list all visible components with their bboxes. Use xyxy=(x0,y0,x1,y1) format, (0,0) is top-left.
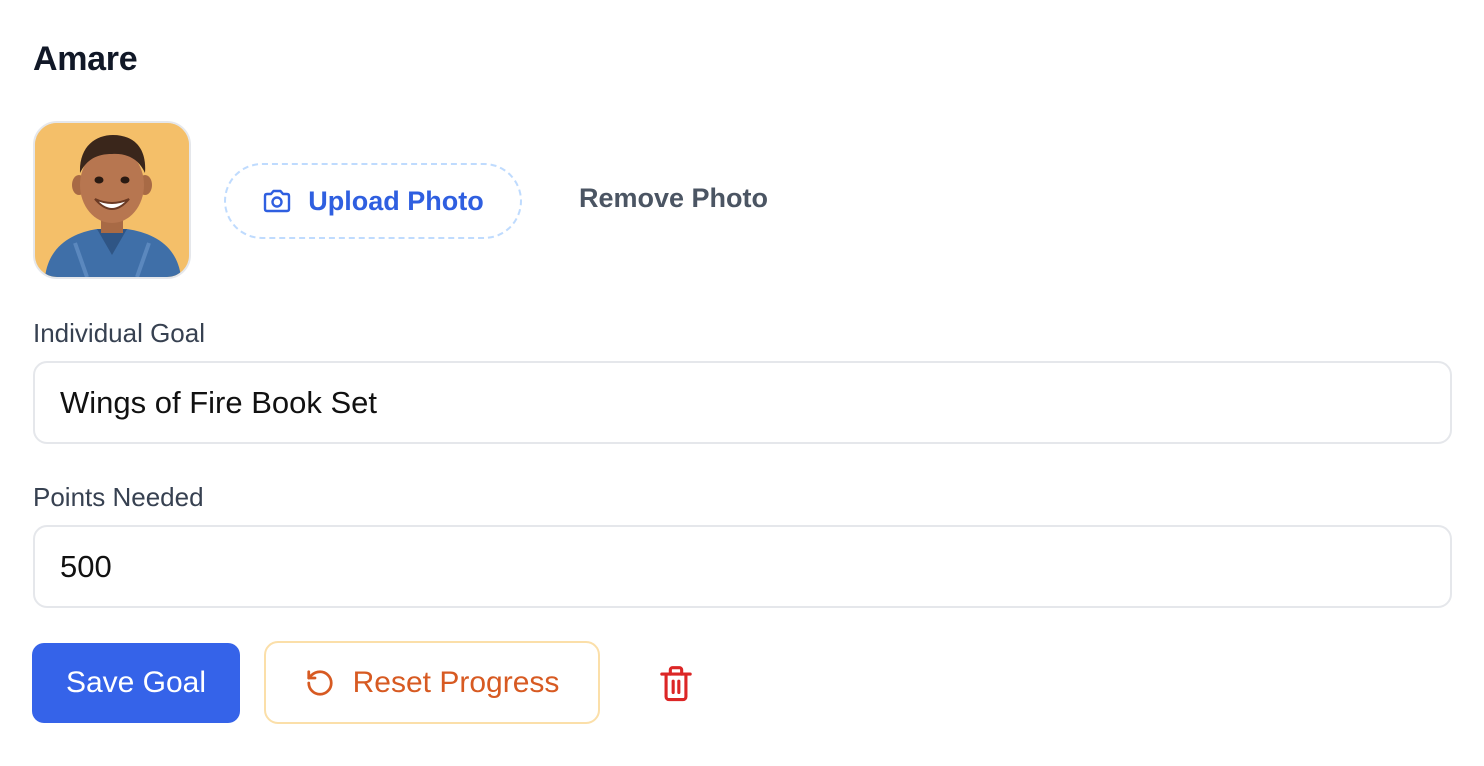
reset-progress-label: Reset Progress xyxy=(352,665,560,699)
remove-photo-button[interactable]: Remove Photo xyxy=(579,183,768,214)
rotate-ccw-icon xyxy=(305,668,335,698)
delete-goal-button[interactable] xyxy=(650,660,702,710)
reset-progress-button[interactable]: Reset Progress xyxy=(264,641,600,724)
camera-icon xyxy=(262,188,292,214)
child-photo xyxy=(35,123,189,277)
goal-card: Amare Upload Photo Remove Photo Individu… xyxy=(0,0,1484,766)
individual-goal-input[interactable] xyxy=(33,361,1452,444)
save-goal-button[interactable]: Save Goal xyxy=(32,643,240,723)
child-name: Amare xyxy=(33,40,138,78)
avatar xyxy=(33,121,191,279)
trash-icon xyxy=(659,665,693,706)
points-needed-input[interactable] xyxy=(33,525,1452,608)
upload-photo-label: Upload Photo xyxy=(308,185,484,216)
individual-goal-label: Individual Goal xyxy=(33,318,205,348)
points-needed-label: Points Needed xyxy=(33,482,204,512)
upload-photo-button[interactable]: Upload Photo xyxy=(224,163,522,239)
